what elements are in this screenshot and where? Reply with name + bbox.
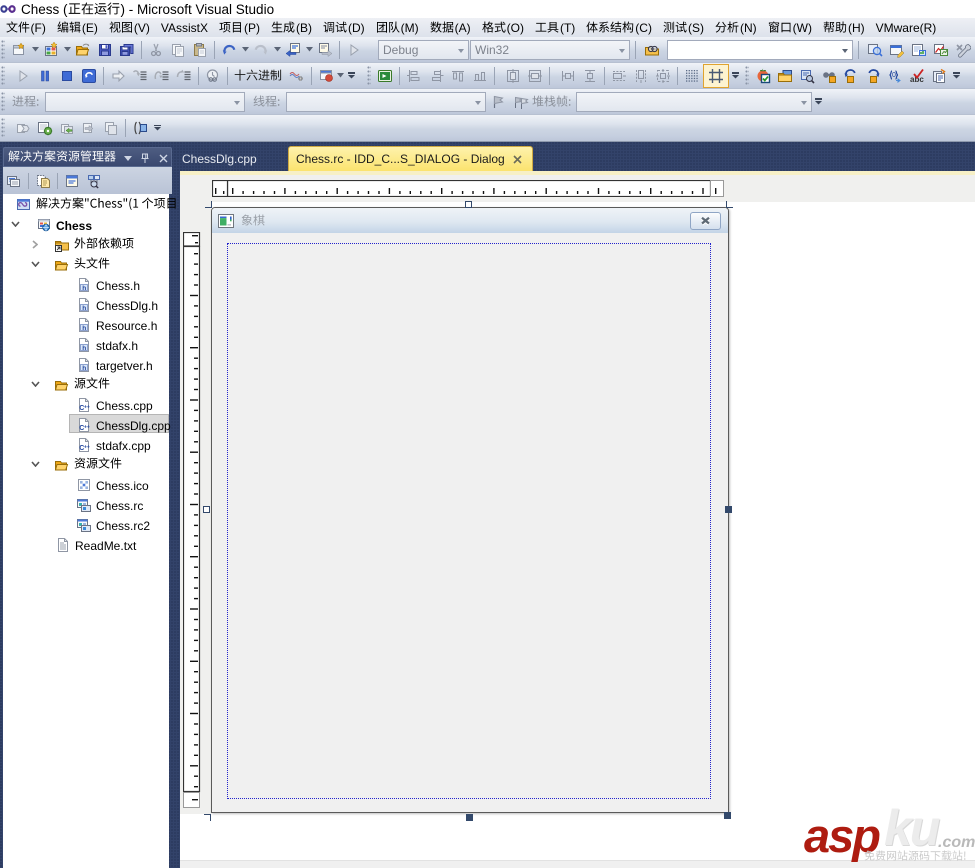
svg-text:h: h xyxy=(82,285,86,292)
svg-text:h: h xyxy=(82,305,86,312)
svg-text:0: 0 xyxy=(892,72,896,79)
svg-text:++: ++ xyxy=(84,404,90,410)
svg-text:++: ++ xyxy=(84,444,90,450)
svg-text:h: h xyxy=(82,325,86,332)
svg-text:h: h xyxy=(82,345,86,352)
svg-text:h: h xyxy=(82,365,86,372)
svg-text:++: ++ xyxy=(84,424,90,430)
